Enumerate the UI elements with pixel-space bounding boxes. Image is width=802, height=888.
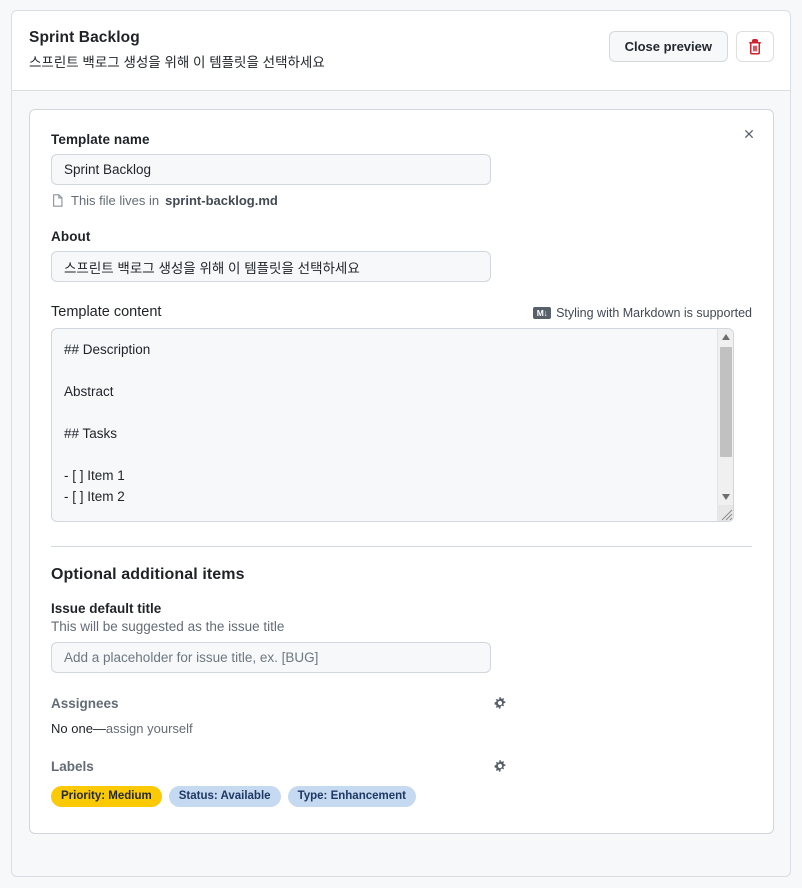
textarea-scrollbar[interactable] bbox=[717, 329, 733, 521]
assignees-value: No one—assign yourself bbox=[51, 721, 752, 736]
file-location-note: This file lives in sprint-backlog.md bbox=[51, 193, 752, 208]
template-preview-container: Sprint Backlog 스프린트 백로그 생성을 위해 이 템플릿을 선택… bbox=[11, 10, 791, 877]
labels-settings-button[interactable] bbox=[489, 755, 511, 777]
header-actions: Close preview bbox=[608, 27, 774, 62]
file-note-filename: sprint-backlog.md bbox=[165, 193, 278, 208]
template-content-header: Template content M↓ Styling with Markdow… bbox=[51, 304, 752, 320]
header-text-block: Sprint Backlog 스프린트 백로그 생성을 위해 이 템플릿을 선택… bbox=[29, 27, 325, 72]
markdown-note-text: Styling with Markdown is supported bbox=[556, 306, 752, 320]
page-title: Sprint Backlog bbox=[29, 29, 140, 46]
label-pill[interactable]: Priority: Medium bbox=[51, 786, 162, 807]
markdown-icon: M↓ bbox=[533, 307, 552, 319]
assignees-label: Assignees bbox=[51, 695, 119, 711]
assign-yourself-link[interactable]: assign yourself bbox=[106, 721, 193, 736]
labels-label: Labels bbox=[51, 758, 94, 774]
about-label: About bbox=[51, 229, 91, 244]
issue-default-title-hint: This will be suggested as the issue titl… bbox=[51, 619, 285, 634]
assignees-value-prefix: No one— bbox=[51, 721, 106, 736]
gear-icon bbox=[492, 758, 508, 774]
label-pill[interactable]: Type: Enhancement bbox=[287, 786, 416, 807]
markdown-support-note: M↓ Styling with Markdown is supported bbox=[533, 306, 752, 320]
optional-section-title: Optional additional items bbox=[51, 566, 245, 583]
close-preview-button[interactable]: Close preview bbox=[608, 31, 728, 62]
file-icon bbox=[51, 193, 65, 208]
template-content-label: Template content bbox=[51, 304, 162, 320]
template-name-input[interactable] bbox=[51, 154, 491, 185]
close-icon bbox=[742, 127, 756, 141]
delete-template-button[interactable] bbox=[736, 31, 774, 62]
template-name-group: Template name This file lives in sprint-… bbox=[51, 132, 752, 208]
about-group: About bbox=[51, 229, 752, 282]
textarea-resize-handle[interactable] bbox=[717, 505, 733, 521]
gear-icon bbox=[492, 695, 508, 711]
preview-body: Template name This file lives in sprint-… bbox=[12, 91, 790, 853]
assignees-header: Assignees bbox=[51, 692, 511, 714]
assignees-settings-button[interactable] bbox=[489, 692, 511, 714]
issue-default-title-label: Issue default title bbox=[51, 601, 162, 616]
labels-header: Labels bbox=[51, 755, 511, 777]
section-divider bbox=[51, 546, 752, 547]
close-form-button[interactable] bbox=[736, 121, 762, 147]
scroll-up-arrow-icon[interactable] bbox=[718, 329, 733, 345]
preview-header: Sprint Backlog 스프린트 백로그 생성을 위해 이 템플릿을 선택… bbox=[12, 11, 790, 91]
labels-list: Priority: Medium Status: Available Type: E… bbox=[51, 786, 752, 807]
page-root: Sprint Backlog 스프린트 백로그 생성을 위해 이 템플릿을 선택… bbox=[0, 0, 802, 888]
template-content-textarea[interactable]: ## Description Abstract ## Tasks - [ ] I… bbox=[51, 328, 734, 522]
trash-icon bbox=[747, 38, 763, 55]
scroll-down-arrow-icon[interactable] bbox=[718, 489, 733, 505]
label-pill[interactable]: Status: Available bbox=[168, 786, 281, 807]
page-subtitle: 스프린트 백로그 생성을 위해 이 템플릿을 선택하세요 bbox=[29, 54, 325, 70]
issue-default-title-input[interactable] bbox=[51, 642, 491, 673]
scrollbar-thumb[interactable] bbox=[720, 347, 732, 457]
about-input[interactable] bbox=[51, 251, 491, 282]
file-note-prefix: This file lives in bbox=[71, 193, 160, 208]
template-form-card: Template name This file lives in sprint-… bbox=[29, 109, 774, 834]
template-content-text[interactable]: ## Description Abstract ## Tasks - [ ] I… bbox=[52, 329, 720, 521]
template-name-label: Template name bbox=[51, 132, 150, 147]
